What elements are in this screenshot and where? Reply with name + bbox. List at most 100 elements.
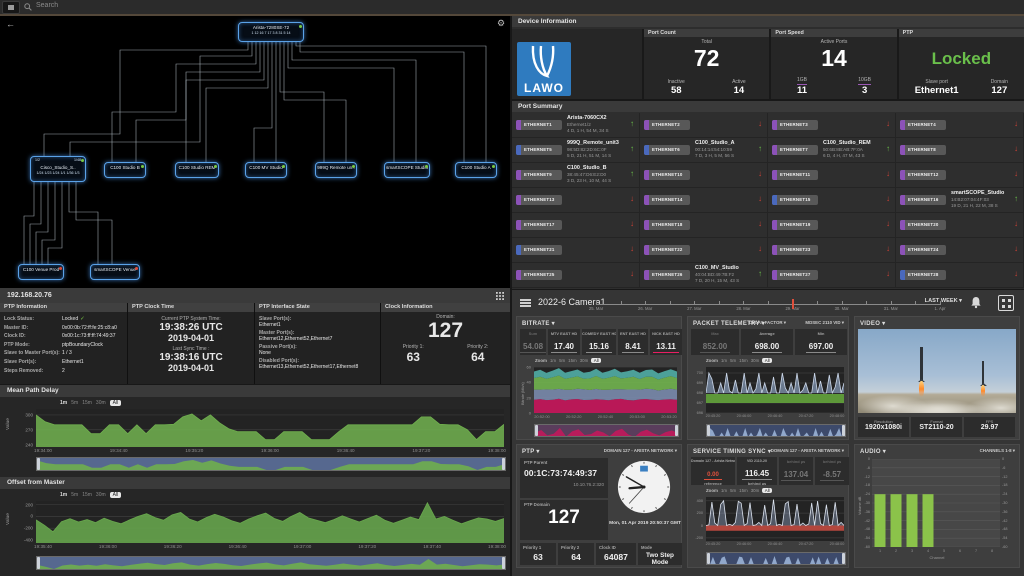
port-badge-ethernet22[interactable]: ETHERNET22: [644, 245, 690, 255]
zoom-button-5m[interactable]: 5m: [559, 358, 565, 363]
port-badge-ethernet28[interactable]: ETHERNET28: [900, 270, 946, 280]
chart-navigator[interactable]: [36, 457, 506, 471]
port-badge-ethernet8[interactable]: ETHERNET8: [900, 145, 946, 155]
port-badge-ethernet18[interactable]: ETHERNET18: [644, 220, 690, 230]
chart-navigator[interactable]: [36, 556, 506, 570]
zoom-button-5m[interactable]: 5m: [730, 358, 736, 363]
chart-navigator[interactable]: [534, 424, 679, 437]
port-badge-ethernet9[interactable]: ETHERNET9: [516, 170, 562, 180]
topology-node-scope_studio[interactable]: smartSCOPE Studio: [384, 162, 430, 178]
port-badge-ethernet27[interactable]: ETHERNET27: [772, 270, 818, 280]
menu-icon[interactable]: [520, 299, 531, 309]
settings-gear-icon[interactable]: ⚙: [497, 19, 505, 28]
notifications-bell-icon[interactable]: [970, 296, 982, 309]
topology-canvas[interactable]: ← ⚙ Arista-7280SE-721 12 16 7 17 3 8 31 …: [0, 16, 510, 288]
topology-node-studio_rem[interactable]: C100 Studio REM: [175, 162, 219, 178]
port-badge-ethernet15[interactable]: ETHERNET15: [772, 195, 818, 205]
port-badge-ethernet23[interactable]: ETHERNET23: [772, 245, 818, 255]
panel-title[interactable]: AUDIO ▾: [860, 448, 886, 455]
zoom-button-1m[interactable]: 1m: [721, 358, 727, 363]
port-badge-ethernet3[interactable]: ETHERNET3: [772, 120, 818, 130]
zoom-button-1m[interactable]: 1m: [550, 358, 556, 363]
topology-node-arista[interactable]: Arista-7280SE-721 12 16 7 17 3 8 31 5 14: [238, 22, 304, 42]
navigator-handle-right[interactable]: [842, 425, 845, 436]
zoom-button-1m[interactable]: 1m: [721, 488, 727, 493]
navigator-handle-left[interactable]: [707, 425, 710, 436]
port-badge-ethernet16[interactable]: ETHERNET16: [900, 195, 946, 205]
stat-comedy-east-hd[interactable]: COMEDY EAST HD15.16Mb/s: [582, 329, 616, 355]
speed-10gb-label[interactable]: 10GB: [858, 77, 871, 85]
stat-behind-s[interactable]: behind µs-8.57: [815, 457, 849, 485]
port-badge-ethernet20[interactable]: ETHERNET20: [900, 220, 946, 230]
port-badge-ethernet7[interactable]: ETHERNET7: [772, 145, 818, 155]
range-button-All[interactable]: All: [110, 400, 122, 406]
stat-mtv-east-hd[interactable]: MTV EAST HD17.40Mb/s: [548, 329, 580, 355]
port-badge-ethernet12[interactable]: ETHERNET12: [900, 170, 946, 180]
navigator-handle-left[interactable]: [707, 553, 710, 564]
range-button-5m[interactable]: 5m: [71, 400, 78, 406]
port-badge-ethernet24[interactable]: ETHERNET24: [900, 245, 946, 255]
zoom-button-5m[interactable]: 5m: [730, 488, 736, 493]
port-badge-ethernet10[interactable]: ETHERNET10: [644, 170, 690, 180]
stat-average[interactable]: Average698.00µs: [741, 329, 793, 355]
zoom-button-All[interactable]: All: [762, 358, 772, 363]
chart-navigator[interactable]: [706, 424, 846, 437]
back-icon[interactable]: ←: [6, 20, 15, 29]
stat-behind-s[interactable]: behind µs137.04: [779, 457, 813, 485]
topology-node-scope_venue[interactable]: smartSCOPE Venue: [90, 264, 140, 280]
port-badge-ethernet13[interactable]: ETHERNET13: [516, 195, 562, 205]
navigator-handle-right[interactable]: [502, 557, 505, 569]
range-button-5m[interactable]: 5m: [71, 492, 78, 498]
stat-ent-east-hd[interactable]: ENT EAST HD8.41Mb/s: [618, 329, 648, 355]
search-input[interactable]: Search: [36, 2, 58, 9]
port-badge-ethernet19[interactable]: ETHERNET19: [772, 220, 818, 230]
port-badge-ethernet4[interactable]: ETHERNET4: [900, 120, 946, 130]
port-badge-ethernet2[interactable]: ETHERNET2: [644, 120, 690, 130]
topology-node-studio_b[interactable]: C100 Studio B: [104, 162, 146, 178]
port-badge-ethernet26[interactable]: ETHERNET26: [644, 270, 690, 280]
panel-title[interactable]: SERVICE TIMING SYNC ▾: [693, 448, 771, 455]
stat-min[interactable]: Min697.00µs: [795, 329, 847, 355]
timeline-scrubber[interactable]: 25. Mar26. Mar27. Mar28. Mar29. Mar30. M…: [596, 298, 940, 312]
zoom-button-15m[interactable]: 15m: [568, 358, 577, 363]
navigator-handle-right[interactable]: [502, 458, 505, 470]
timeline-playhead[interactable]: [792, 299, 794, 309]
topology-node-venue_prod[interactable]: C100 Venue Prod: [18, 264, 64, 280]
port-badge-ethernet5[interactable]: ETHERNET5: [516, 145, 562, 155]
port-badge-ethernet11[interactable]: ETHERNET11: [772, 170, 818, 180]
range-button-All[interactable]: All: [110, 492, 122, 498]
range-button-1m[interactable]: 1m: [60, 492, 67, 498]
port-badge-ethernet14[interactable]: ETHERNET14: [644, 195, 690, 205]
range-button-15m[interactable]: 15m: [82, 400, 92, 406]
speed-1gb-label[interactable]: 1GB: [797, 77, 807, 85]
navigator-handle-left[interactable]: [535, 425, 538, 436]
range-button-1m[interactable]: 1m: [60, 400, 67, 406]
port-badge-ethernet21[interactable]: ETHERNET21: [516, 245, 562, 255]
stat-behind-s[interactable]: VID 2110-20116.45behind µs: [737, 457, 777, 485]
zoom-button-30m[interactable]: 30m: [580, 358, 589, 363]
port-badge-ethernet6[interactable]: ETHERNET6: [644, 145, 690, 155]
port-badge-ethernet1[interactable]: ETHERNET1: [516, 120, 562, 130]
topology-node-mv_studio[interactable]: C100 MV Studio: [245, 162, 287, 178]
panel-title[interactable]: PTP ▾: [522, 448, 540, 455]
port-badge-ethernet25[interactable]: ETHERNET25: [516, 270, 562, 280]
zoom-button-15m[interactable]: 15m: [739, 358, 748, 363]
topology-node-studio_a[interactable]: C100 Studio A: [455, 162, 497, 178]
range-button-30m[interactable]: 30m: [96, 492, 106, 498]
grid-view-icon[interactable]: [496, 292, 504, 300]
panel-title[interactable]: BITRATE ▾: [522, 320, 555, 327]
topology-node-cisco[interactable]: 1/21/48Cisco_Studio_S..1/24 1/23 1/24 1/…: [30, 156, 86, 182]
navigator-handle-left[interactable]: [37, 557, 40, 569]
time-range-dropdown[interactable]: LAST WEEK ▾: [925, 298, 962, 304]
app-menu-button[interactable]: [2, 1, 20, 14]
stat-max[interactable]: Max852.00µs: [691, 329, 739, 355]
navigator-handle-right[interactable]: [675, 425, 678, 436]
range-button-15m[interactable]: 15m: [82, 492, 92, 498]
zoom-button-All[interactable]: All: [591, 358, 601, 363]
zoom-button-30m[interactable]: 30m: [751, 488, 760, 493]
navigator-handle-left[interactable]: [37, 458, 40, 470]
apps-grid-icon[interactable]: [998, 295, 1014, 311]
topology-node-remote[interactable]: 999Q Remote un..: [315, 162, 357, 178]
panel-title[interactable]: VIDEO ▾: [860, 320, 885, 327]
navigator-handle-right[interactable]: [842, 553, 845, 564]
